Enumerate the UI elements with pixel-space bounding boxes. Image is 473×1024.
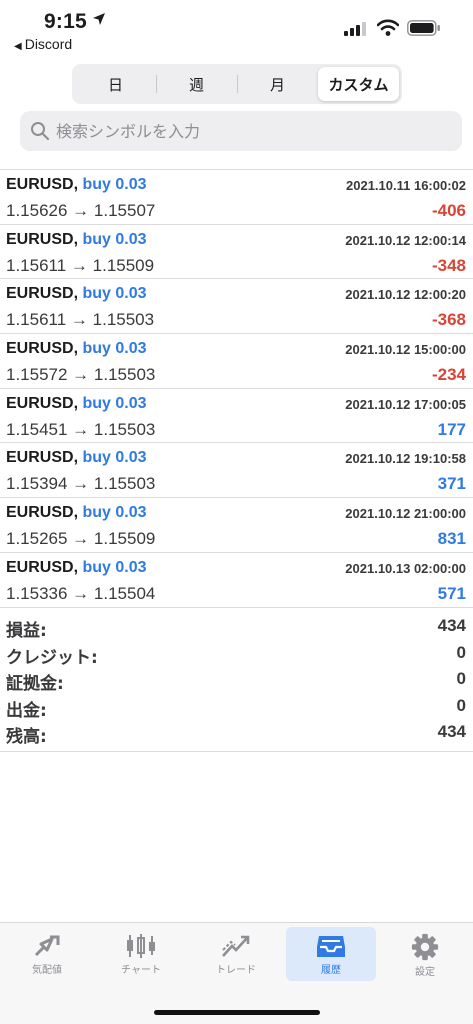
tab-label: チャート [121,965,161,976]
summary-label: 損益: [6,621,47,641]
segment-week[interactable]: 週 [156,67,237,101]
trade-prices: 1.15265 → 1.15509 [6,529,156,549]
wifi-icon [377,19,399,36]
battery-icon [407,20,440,36]
back-to-app-link[interactable]: ◀ Discord [14,36,72,52]
trade-history-list: EURUSD, buy 0.03 2021.10.11 16:00:02 1.1… [0,169,473,608]
trade-side: buy 0.03 [82,394,147,412]
trade-row[interactable]: EURUSD, buy 0.03 2021.10.12 21:00:00 1.1… [0,498,473,553]
trade-datetime: 2021.10.12 17:00:05 [345,396,466,412]
trade-symbol: EURUSD, buy 0.03 [6,558,147,576]
cellular-signal-icon [344,22,366,36]
trade-symbol: EURUSD, buy 0.03 [6,340,147,358]
trade-symbol: EURUSD, buy 0.03 [6,285,147,303]
trade-row[interactable]: EURUSD, buy 0.03 2021.10.12 19:10:58 1.1… [0,443,473,499]
trade-symbol: EURUSD, buy 0.03 [6,176,147,193]
trade-icon [222,935,250,957]
tab-chart[interactable]: チャート [96,927,186,981]
tab-history[interactable]: 履歴 [286,927,376,981]
summary-row-balance: 残高: 434 [0,720,473,747]
trade-prices: 1.15336 → 1.15504 [6,583,156,603]
trade-datetime: 2021.10.11 16:00:02 [346,178,466,193]
home-indicator [154,1010,320,1015]
search-icon [31,122,50,141]
trade-symbol: EURUSD, buy 0.03 [6,504,147,522]
summary-row-profit: 損益: 434 [0,614,473,641]
trade-row[interactable]: EURUSD, buy 0.03 2021.10.12 12:00:20 1.1… [0,279,473,335]
summary-value: 0 [456,642,466,662]
summary-value: 434 [437,616,466,635]
trade-side: buy 0.03 [82,176,147,193]
trade-profit-loss: -234 [431,365,466,385]
search-bar[interactable] [20,111,462,151]
candlestick-chart-icon [127,934,155,958]
tab-label: トレード [216,965,256,976]
location-arrow-icon [93,13,105,25]
bottom-tab-bar: 気配値 チャート トレード 履歴 設定 [0,922,473,1024]
trade-datetime: 2021.10.13 02:00:00 [345,560,466,576]
back-app-label: Discord [24,36,73,52]
trade-side: buy 0.03 [82,285,147,303]
trade-symbol: EURUSD, buy 0.03 [6,394,147,412]
trade-datetime: 2021.10.12 12:00:20 [345,287,466,303]
summary-value: 434 [437,722,466,741]
trade-prices: 1.15394 → 1.15503 [6,474,156,494]
trade-row[interactable]: EURUSD, buy 0.03 2021.10.12 17:00:05 1.1… [0,389,473,444]
trade-side: buy 0.03 [82,449,147,467]
trade-row[interactable]: EURUSD, buy 0.03 2021.10.11 16:00:02 1.1… [0,170,473,225]
summary-row-withdrawal: 出金: 0 [0,694,473,721]
tab-label: 履歴 [321,965,341,976]
trade-symbol: EURUSD, buy 0.03 [6,449,147,467]
trade-prices: 1.15611 → 1.15509 [6,255,155,275]
symbol-search-input[interactable] [56,121,436,141]
trade-profit-loss: -406 [431,201,466,220]
summary-row-margin: 証拠金: 0 [0,667,473,694]
quotes-icon [34,935,60,957]
segment-month[interactable]: 月 [237,67,318,101]
segment-day[interactable]: 日 [75,67,156,101]
status-bar: 9:15 ◀ Discord [0,0,473,56]
trade-symbol: EURUSD, buy 0.03 [6,230,147,248]
trade-side: buy 0.03 [82,504,147,522]
tab-quotes[interactable]: 気配値 [2,927,92,981]
trade-row[interactable]: EURUSD, buy 0.03 2021.10.12 15:00:00 1.1… [0,334,473,389]
trade-prices: 1.15611 → 1.15503 [6,310,155,330]
gear-icon [411,933,439,961]
trade-side: buy 0.03 [82,230,147,248]
summary-label: クレジット: [6,647,98,668]
summary-label: 残高: [6,727,47,747]
summary-value: 0 [456,695,466,715]
trade-prices: 1.15572 → 1.15503 [6,365,156,385]
period-segmented-control: 日 週 月 カスタム [72,64,402,104]
history-inbox-icon [317,936,345,957]
summary-label: 証拠金: [6,674,64,694]
trade-row[interactable]: EURUSD, buy 0.03 2021.10.13 02:00:00 1.1… [0,553,473,608]
trade-row[interactable]: EURUSD, buy 0.03 2021.10.12 12:00:14 1.1… [0,225,473,280]
trade-profit-loss: 571 [437,583,466,603]
trade-side: buy 0.03 [82,558,147,576]
trade-prices: 1.15451 → 1.15503 [6,419,156,439]
tab-label: 気配値 [32,965,62,976]
tab-label: 設定 [415,967,435,978]
trade-profit-loss: -368 [431,310,466,330]
trade-datetime: 2021.10.12 12:00:14 [345,232,466,248]
trade-datetime: 2021.10.12 21:00:00 [345,506,466,522]
tab-trade[interactable]: トレード [191,927,281,981]
trade-profit-loss: 371 [437,474,466,494]
trade-profit-loss: 831 [437,529,466,549]
clock-time: 9:15 [44,10,87,33]
trade-prices: 1.15626 → 1.15507 [6,201,156,220]
segment-custom[interactable]: カスタム [318,67,399,101]
account-summary: 損益: 434 クレジット: 0 証拠金: 0 出金: 0 残高: 434 [0,614,473,752]
summary-value: 0 [456,669,466,688]
trade-profit-loss: 177 [437,419,466,439]
trade-datetime: 2021.10.12 15:00:00 [345,342,466,358]
trade-side: buy 0.03 [82,340,147,358]
tab-settings[interactable]: 設定 [380,927,470,981]
trade-profit-loss: -348 [431,255,466,275]
trade-datetime: 2021.10.12 19:10:58 [345,451,466,467]
summary-row-credit: クレジット: 0 [0,641,473,668]
summary-label: 出金: [6,700,47,721]
